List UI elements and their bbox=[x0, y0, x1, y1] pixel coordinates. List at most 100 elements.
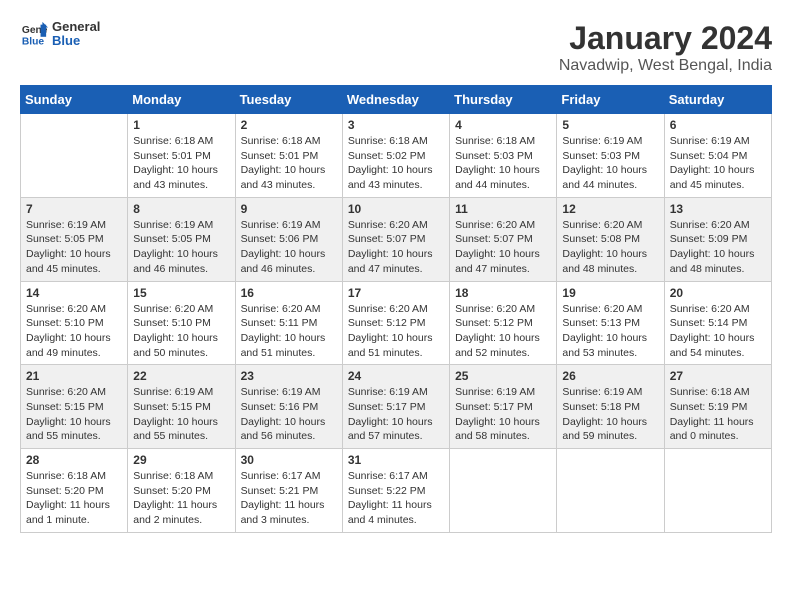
day-number: 2 bbox=[241, 118, 337, 132]
day-info: Sunrise: 6:18 AM Sunset: 5:01 PM Dayligh… bbox=[241, 134, 337, 193]
svg-text:Blue: Blue bbox=[22, 37, 45, 48]
day-number: 5 bbox=[562, 118, 658, 132]
day-info: Sunrise: 6:19 AM Sunset: 5:15 PM Dayligh… bbox=[133, 385, 229, 444]
calendar-cell: 3Sunrise: 6:18 AM Sunset: 5:02 PM Daylig… bbox=[342, 114, 449, 198]
day-info: Sunrise: 6:19 AM Sunset: 5:05 PM Dayligh… bbox=[133, 218, 229, 277]
calendar-cell: 7 Sunrise: 6:19 AM Sunset: 5:05 PM Daylig… bbox=[21, 197, 128, 281]
day-number: 19 bbox=[562, 286, 658, 300]
day-number: 6 bbox=[670, 118, 766, 132]
day-number: 4 bbox=[455, 118, 551, 132]
calendar-cell: 31Sunrise: 6:17 AM Sunset: 5:22 PM Dayli… bbox=[342, 449, 449, 533]
day-number: 16 bbox=[241, 286, 337, 300]
calendar-cell bbox=[450, 449, 557, 533]
day-info: Sunrise: 6:19 AM Sunset: 5:16 PM Dayligh… bbox=[241, 385, 337, 444]
col-friday: Friday bbox=[557, 86, 664, 114]
day-info: Sunrise: 6:19 AM Sunset: 5:03 PM Dayligh… bbox=[562, 134, 658, 193]
col-thursday: Thursday bbox=[450, 86, 557, 114]
logo: General Blue General Blue bbox=[20, 20, 100, 49]
month-title: January 2024 bbox=[559, 20, 772, 57]
day-info: Sunrise: 6:18 AM Sunset: 5:02 PM Dayligh… bbox=[348, 134, 444, 193]
calendar-cell: 25 Sunrise: 6:19 AM Sunset: 5:17 PM Dayli… bbox=[450, 365, 557, 449]
day-info: Sunrise: 6:19 AM Sunset: 5:05 PM Dayligh… bbox=[26, 218, 122, 277]
day-number: 28 bbox=[26, 453, 122, 467]
day-info: Sunrise: 6:20 AM Sunset: 5:07 PM Dayligh… bbox=[455, 218, 551, 277]
calendar-cell: 8 Sunrise: 6:19 AM Sunset: 5:05 PM Daylig… bbox=[128, 197, 235, 281]
page-header: General Blue General Blue January 2024 N… bbox=[20, 20, 772, 75]
day-info: Sunrise: 6:19 AM Sunset: 5:06 PM Dayligh… bbox=[241, 218, 337, 277]
day-number: 14 bbox=[26, 286, 122, 300]
calendar-cell: 12 Sunrise: 6:20 AM Sunset: 5:08 PM Dayli… bbox=[557, 197, 664, 281]
day-number: 23 bbox=[241, 369, 337, 383]
calendar-cell: 22Sunrise: 6:19 AM Sunset: 5:15 PM Dayli… bbox=[128, 365, 235, 449]
location-title: Navadwip, West Bengal, India bbox=[559, 57, 772, 75]
day-number: 12 bbox=[562, 202, 658, 216]
logo-icon: General Blue bbox=[20, 20, 48, 48]
calendar-cell bbox=[557, 449, 664, 533]
calendar-cell: 24 Sunrise: 6:19 AM Sunset: 5:17 PM Dayli… bbox=[342, 365, 449, 449]
day-info: Sunrise: 6:18 AM Sunset: 5:01 PM Dayligh… bbox=[133, 134, 229, 193]
col-sunday: Sunday bbox=[21, 86, 128, 114]
calendar-table: Sunday Monday Tuesday Wednesday Thursday… bbox=[20, 85, 772, 533]
calendar-cell bbox=[664, 449, 771, 533]
title-section: January 2024 Navadwip, West Bengal, Indi… bbox=[559, 20, 772, 75]
calendar-cell: 2 Sunrise: 6:18 AM Sunset: 5:01 PM Daylig… bbox=[235, 114, 342, 198]
calendar-cell: 10 Sunrise: 6:20 AM Sunset: 5:07 PM Dayli… bbox=[342, 197, 449, 281]
calendar-cell: 19 Sunrise: 6:20 AM Sunset: 5:13 PM Dayli… bbox=[557, 281, 664, 365]
day-number: 26 bbox=[562, 369, 658, 383]
day-info: Sunrise: 6:18 AM Sunset: 5:20 PM Dayligh… bbox=[26, 469, 122, 528]
day-number: 18 bbox=[455, 286, 551, 300]
calendar-cell: 18 Sunrise: 6:20 AM Sunset: 5:12 PM Dayli… bbox=[450, 281, 557, 365]
calendar-cell: 30Sunrise: 6:17 AM Sunset: 5:21 PM Dayli… bbox=[235, 449, 342, 533]
day-info: Sunrise: 6:20 AM Sunset: 5:08 PM Dayligh… bbox=[562, 218, 658, 277]
calendar-cell: 9 Sunrise: 6:19 AM Sunset: 5:06 PM Daylig… bbox=[235, 197, 342, 281]
calendar-cell: 26 Sunrise: 6:19 AM Sunset: 5:18 PM Dayli… bbox=[557, 365, 664, 449]
day-number: 29 bbox=[133, 453, 229, 467]
calendar-cell: 13Sunrise: 6:20 AM Sunset: 5:09 PM Dayli… bbox=[664, 197, 771, 281]
day-number: 9 bbox=[241, 202, 337, 216]
day-info: Sunrise: 6:19 AM Sunset: 5:18 PM Dayligh… bbox=[562, 385, 658, 444]
day-info: Sunrise: 6:20 AM Sunset: 5:10 PM Dayligh… bbox=[26, 302, 122, 361]
day-info: Sunrise: 6:19 AM Sunset: 5:17 PM Dayligh… bbox=[348, 385, 444, 444]
day-info: Sunrise: 6:18 AM Sunset: 5:20 PM Dayligh… bbox=[133, 469, 229, 528]
day-number: 7 bbox=[26, 202, 122, 216]
day-info: Sunrise: 6:20 AM Sunset: 5:12 PM Dayligh… bbox=[348, 302, 444, 361]
calendar-cell bbox=[21, 114, 128, 198]
calendar-cell: 27 Sunrise: 6:18 AM Sunset: 5:19 PM Dayli… bbox=[664, 365, 771, 449]
day-info: Sunrise: 6:20 AM Sunset: 5:14 PM Dayligh… bbox=[670, 302, 766, 361]
day-number: 27 bbox=[670, 369, 766, 383]
calendar-cell: 14 Sunrise: 6:20 AM Sunset: 5:10 PM Dayli… bbox=[21, 281, 128, 365]
calendar-cell: 16 Sunrise: 6:20 AM Sunset: 5:11 PM Dayli… bbox=[235, 281, 342, 365]
calendar-cell: 28 Sunrise: 6:18 AM Sunset: 5:20 PM Dayli… bbox=[21, 449, 128, 533]
day-number: 20 bbox=[670, 286, 766, 300]
col-saturday: Saturday bbox=[664, 86, 771, 114]
day-info: Sunrise: 6:19 AM Sunset: 5:17 PM Dayligh… bbox=[455, 385, 551, 444]
day-number: 10 bbox=[348, 202, 444, 216]
calendar-cell: 21 Sunrise: 6:20 AM Sunset: 5:15 PM Dayli… bbox=[21, 365, 128, 449]
day-info: Sunrise: 6:20 AM Sunset: 5:09 PM Dayligh… bbox=[670, 218, 766, 277]
calendar-cell: 29 Sunrise: 6:18 AM Sunset: 5:20 PM Dayli… bbox=[128, 449, 235, 533]
day-info: Sunrise: 6:20 AM Sunset: 5:10 PM Dayligh… bbox=[133, 302, 229, 361]
day-number: 17 bbox=[348, 286, 444, 300]
day-number: 25 bbox=[455, 369, 551, 383]
day-number: 8 bbox=[133, 202, 229, 216]
day-number: 21 bbox=[26, 369, 122, 383]
day-number: 1 bbox=[133, 118, 229, 132]
day-info: Sunrise: 6:17 AM Sunset: 5:22 PM Dayligh… bbox=[348, 469, 444, 528]
day-info: Sunrise: 6:20 AM Sunset: 5:11 PM Dayligh… bbox=[241, 302, 337, 361]
calendar-week-4: 21 Sunrise: 6:20 AM Sunset: 5:15 PM Dayli… bbox=[21, 365, 772, 449]
day-info: Sunrise: 6:18 AM Sunset: 5:19 PM Dayligh… bbox=[670, 385, 766, 444]
day-number: 15 bbox=[133, 286, 229, 300]
day-info: Sunrise: 6:19 AM Sunset: 5:04 PM Dayligh… bbox=[670, 134, 766, 193]
calendar-week-1: 1 Sunrise: 6:18 AM Sunset: 5:01 PM Daylig… bbox=[21, 114, 772, 198]
day-info: Sunrise: 6:20 AM Sunset: 5:12 PM Dayligh… bbox=[455, 302, 551, 361]
calendar-cell: 11Sunrise: 6:20 AM Sunset: 5:07 PM Dayli… bbox=[450, 197, 557, 281]
calendar-week-3: 14 Sunrise: 6:20 AM Sunset: 5:10 PM Dayli… bbox=[21, 281, 772, 365]
calendar-cell: 17 Sunrise: 6:20 AM Sunset: 5:12 PM Dayli… bbox=[342, 281, 449, 365]
day-number: 30 bbox=[241, 453, 337, 467]
day-info: Sunrise: 6:20 AM Sunset: 5:15 PM Dayligh… bbox=[26, 385, 122, 444]
day-info: Sunrise: 6:20 AM Sunset: 5:07 PM Dayligh… bbox=[348, 218, 444, 277]
col-monday: Monday bbox=[128, 86, 235, 114]
day-number: 24 bbox=[348, 369, 444, 383]
day-info: Sunrise: 6:20 AM Sunset: 5:13 PM Dayligh… bbox=[562, 302, 658, 361]
calendar-week-5: 28 Sunrise: 6:18 AM Sunset: 5:20 PM Dayli… bbox=[21, 449, 772, 533]
